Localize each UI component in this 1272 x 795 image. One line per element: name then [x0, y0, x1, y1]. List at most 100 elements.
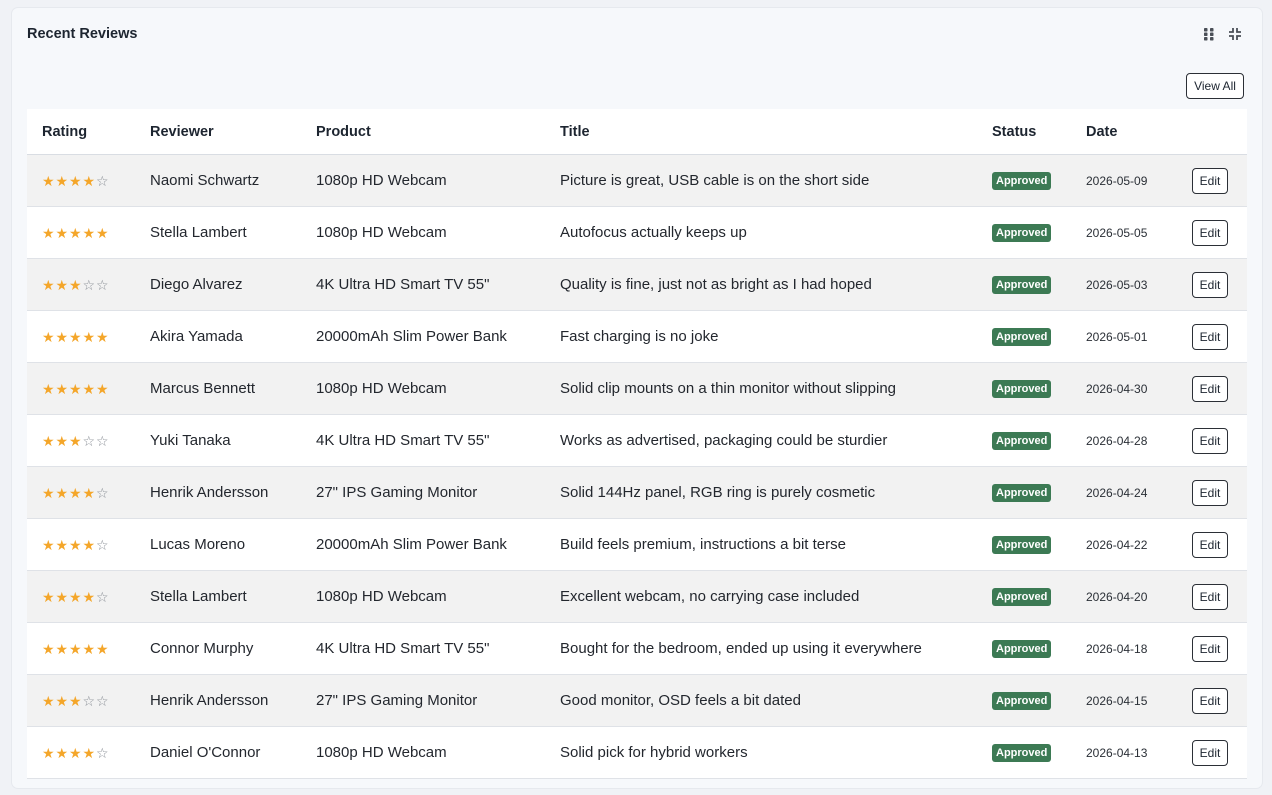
collapse-icon[interactable]: [1227, 26, 1243, 42]
table-row: ★ ★ ★ ★ ☆ Henrik Andersson 27" IPS Gaming Moni…: [27, 466, 1247, 519]
edit-button[interactable]: Edit: [1192, 167, 1228, 194]
header-date[interactable]: Date: [1086, 109, 1180, 155]
table-row: ★ ★ ★ ★ ★ Connor Murphy 4K Ultra HD Smart TV 5…: [27, 622, 1247, 675]
rating-cell: ★ ★ ★ ★ ☆: [27, 466, 150, 519]
header-product[interactable]: Product: [316, 109, 560, 155]
star-rating: ★ ★ ★ ☆ ☆: [42, 434, 110, 448]
edit-button[interactable]: Edit: [1192, 323, 1228, 350]
edit-button[interactable]: Edit: [1192, 479, 1228, 506]
status-cell: Approved: [992, 206, 1086, 259]
star-rating: ★ ★ ★ ★ ★: [42, 382, 110, 396]
status-badge: Approved: [992, 380, 1052, 398]
review-date: 2026-04-30: [1086, 382, 1148, 396]
product-cell: 1080p HD Webcam: [316, 154, 560, 207]
star-filled-icon: ★: [69, 225, 82, 242]
star-filled-icon: ★: [69, 693, 82, 710]
status-badge: Approved: [992, 588, 1052, 606]
star-empty-icon: ☆: [96, 277, 109, 294]
view-all-button[interactable]: View All: [1186, 73, 1244, 99]
date-cell: 2026-04-22: [1086, 518, 1180, 571]
star-rating: ★ ★ ★ ★ ☆: [42, 590, 110, 604]
star-empty-icon: ☆: [96, 693, 109, 710]
star-rating: ★ ★ ★ ★ ★: [42, 226, 110, 240]
star-filled-icon: ★: [69, 589, 82, 606]
star-filled-icon: ★: [55, 173, 69, 190]
star-filled-icon: ★: [42, 485, 55, 502]
edit-button[interactable]: Edit: [1192, 739, 1228, 766]
star-rating: ★ ★ ★ ★ ☆: [42, 538, 110, 552]
table-body: ★ ★ ★ ★ ☆ Naomi Schwartz 1080p HD Webcam Pictur…: [27, 154, 1247, 779]
star-filled-icon: ★: [55, 745, 69, 762]
actions-cell: Edit: [1180, 570, 1247, 623]
status-badge: Approved: [992, 536, 1052, 554]
widget-title: Recent Reviews: [27, 26, 138, 42]
edit-button[interactable]: Edit: [1192, 583, 1228, 610]
status-cell: Approved: [992, 414, 1086, 467]
status-cell: Approved: [992, 726, 1086, 779]
review-title-cell: Autofocus actually keeps up: [560, 206, 992, 259]
review-date: 2026-04-24: [1086, 486, 1148, 500]
status-badge: Approved: [992, 328, 1052, 346]
grid-drag-icon[interactable]: [1201, 26, 1217, 42]
rating-cell: ★ ★ ★ ★ ★: [27, 206, 150, 259]
star-filled-icon: ★: [96, 329, 109, 346]
status-badge: Approved: [992, 224, 1052, 242]
date-cell: 2026-04-15: [1086, 674, 1180, 727]
edit-button[interactable]: Edit: [1192, 375, 1228, 402]
review-title-cell: Bought for the bedroom, ended up using i…: [560, 622, 992, 675]
star-empty-icon: ☆: [96, 745, 109, 762]
star-filled-icon: ★: [69, 381, 82, 398]
review-title-cell: Excellent webcam, no carrying case inclu…: [560, 570, 992, 623]
table-row: ★ ★ ★ ★ ★ Akira Yamada 20000mAh Slim Power Ban…: [27, 310, 1247, 363]
reviewer-cell: Marcus Bennett: [150, 362, 316, 415]
date-cell: 2026-04-20: [1086, 570, 1180, 623]
actions-cell: Edit: [1180, 154, 1247, 207]
review-date: 2026-05-09: [1086, 174, 1148, 188]
header-reviewer[interactable]: Reviewer: [150, 109, 316, 155]
star-filled-icon: ★: [55, 381, 69, 398]
star-filled-icon: ★: [82, 589, 96, 606]
product-cell: 1080p HD Webcam: [316, 726, 560, 779]
header-title[interactable]: Title: [560, 109, 992, 155]
status-badge: Approved: [992, 432, 1052, 450]
star-filled-icon: ★: [82, 329, 96, 346]
star-filled-icon: ★: [96, 641, 109, 658]
reviewer-cell: Akira Yamada: [150, 310, 316, 363]
rating-cell: ★ ★ ★ ☆ ☆: [27, 258, 150, 311]
star-filled-icon: ★: [55, 485, 69, 502]
status-cell: Approved: [992, 258, 1086, 311]
edit-button[interactable]: Edit: [1192, 427, 1228, 454]
star-rating: ★ ★ ★ ★ ★: [42, 642, 110, 656]
star-filled-icon: ★: [42, 173, 55, 190]
review-title-cell: Solid pick for hybrid workers: [560, 726, 992, 779]
star-filled-icon: ★: [82, 173, 96, 190]
actions-cell: Edit: [1180, 206, 1247, 259]
star-filled-icon: ★: [55, 589, 69, 606]
review-title-cell: Quality is fine, just not as bright as I…: [560, 258, 992, 311]
header-rating[interactable]: Rating: [27, 109, 150, 155]
rating-cell: ★ ★ ★ ★ ☆: [27, 570, 150, 623]
product-cell: 1080p HD Webcam: [316, 206, 560, 259]
review-date: 2026-04-22: [1086, 538, 1148, 552]
review-date: 2026-04-15: [1086, 694, 1148, 708]
header-status[interactable]: Status: [992, 109, 1086, 155]
rating-cell: ★ ★ ★ ★ ★: [27, 622, 150, 675]
rating-cell: ★ ★ ★ ★ ☆: [27, 726, 150, 779]
edit-button[interactable]: Edit: [1192, 219, 1228, 246]
star-rating: ★ ★ ★ ★ ☆: [42, 746, 110, 760]
actions-cell: Edit: [1180, 362, 1247, 415]
star-filled-icon: ★: [69, 537, 82, 554]
edit-button[interactable]: Edit: [1192, 635, 1228, 662]
table-header-row: Rating Reviewer Product Title Status Dat…: [27, 109, 1247, 155]
edit-button[interactable]: Edit: [1192, 531, 1228, 558]
date-cell: 2026-05-03: [1086, 258, 1180, 311]
review-title-cell: Works as advertised, packaging could be …: [560, 414, 992, 467]
edit-button[interactable]: Edit: [1192, 687, 1228, 714]
star-filled-icon: ★: [42, 225, 55, 242]
rating-cell: ★ ★ ★ ☆ ☆: [27, 414, 150, 467]
edit-button[interactable]: Edit: [1192, 271, 1228, 298]
reviewer-cell: Daniel O'Connor: [150, 726, 316, 779]
actions-cell: Edit: [1180, 258, 1247, 311]
date-cell: 2026-04-30: [1086, 362, 1180, 415]
table-row: ★ ★ ★ ★ ☆ Naomi Schwartz 1080p HD Webcam Pictur…: [27, 154, 1247, 207]
